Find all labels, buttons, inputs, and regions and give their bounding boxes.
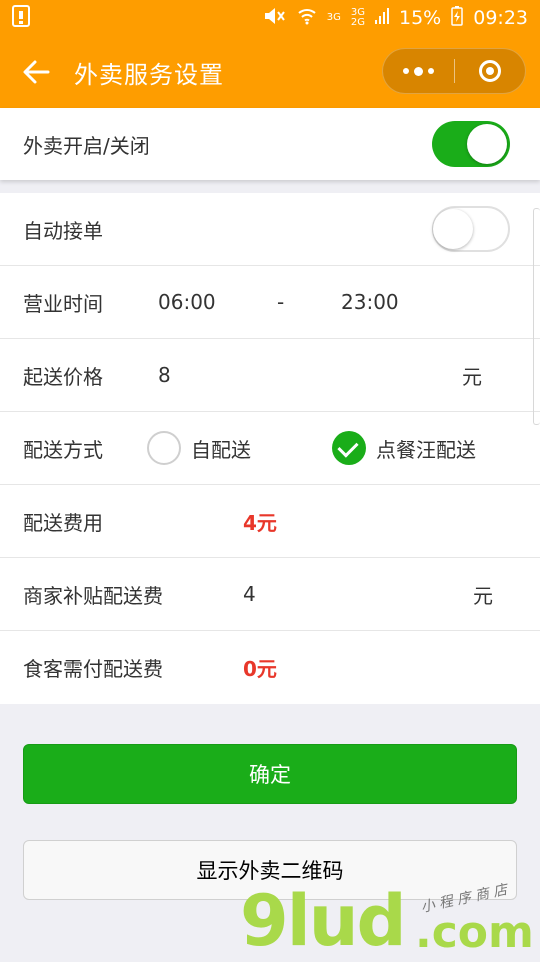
business-hours-row: 营业时间 06:00 - 23:00 bbox=[0, 266, 540, 339]
min-price-unit: 元 bbox=[462, 364, 482, 389]
delivery-method-row: 配送方式 自配送 点餐汪配送 bbox=[0, 412, 540, 485]
customer-fee-row: 食客需付配送费 0元 bbox=[0, 631, 540, 704]
close-time-picker[interactable]: 23:00 bbox=[341, 290, 399, 314]
network-2: 3G 2G bbox=[351, 8, 365, 28]
target-circle-icon bbox=[478, 60, 501, 82]
signal-icon bbox=[375, 7, 389, 29]
battery-icon bbox=[451, 5, 463, 31]
customer-fee-value: 0元 bbox=[243, 657, 277, 681]
back-arrow-icon[interactable] bbox=[22, 58, 50, 86]
scrollbar[interactable] bbox=[533, 208, 540, 425]
min-price-label: 起送价格 bbox=[23, 364, 103, 389]
self-delivery-radio[interactable] bbox=[147, 431, 181, 465]
self-delivery-option-label[interactable]: 自配送 bbox=[191, 434, 251, 463]
merchant-subsidy-unit: 元 bbox=[473, 583, 493, 608]
battery-percent: 15% bbox=[399, 7, 442, 29]
min-price-row: 起送价格 8 元 bbox=[0, 339, 540, 412]
notification-icon bbox=[12, 4, 30, 32]
status-right: 3G 3G 2G 15% 09:23 bbox=[263, 5, 528, 31]
network-1: 3G bbox=[326, 12, 341, 23]
mute-icon bbox=[263, 6, 287, 31]
status-left bbox=[12, 4, 30, 32]
min-price-input[interactable]: 8 bbox=[158, 363, 171, 387]
more-button[interactable] bbox=[383, 49, 454, 93]
delivery-method-label: 配送方式 bbox=[23, 437, 103, 462]
platform-delivery-radio[interactable] bbox=[332, 431, 366, 465]
delivery-toggle-label: 外卖开启/关闭 bbox=[23, 133, 150, 158]
confirm-button[interactable]: 确定 bbox=[23, 744, 517, 804]
merchant-subsidy-row: 商家补贴配送费 4 元 bbox=[0, 558, 540, 631]
watermark: 9lud .com 小 程 序 商 店 bbox=[240, 882, 540, 960]
open-time-picker[interactable]: 06:00 bbox=[158, 290, 216, 314]
customer-fee-label: 食客需付配送费 bbox=[23, 657, 163, 681]
header: 外卖服务设置 bbox=[0, 36, 540, 108]
close-miniprogram-button[interactable] bbox=[455, 49, 526, 93]
auto-accept-label: 自动接单 bbox=[23, 218, 103, 243]
miniprogram-capsule bbox=[382, 48, 526, 94]
switch-knob bbox=[433, 209, 473, 249]
delivery-toggle-card: 外卖开启/关闭 bbox=[0, 108, 540, 180]
delivery-toggle-row: 外卖开启/关闭 bbox=[0, 108, 540, 180]
network-2-bottom: 2G bbox=[350, 17, 365, 28]
settings-list: 自动接单 营业时间 06:00 - 23:00 起送价格 8 元 配送方式 自配… bbox=[0, 193, 540, 704]
auto-accept-switch[interactable] bbox=[432, 206, 510, 252]
watermark-brand: 9lud bbox=[240, 880, 407, 962]
delivery-toggle-switch[interactable] bbox=[432, 121, 510, 167]
page-title: 外卖服务设置 bbox=[74, 60, 224, 89]
time-separator: - bbox=[277, 290, 285, 314]
switch-knob bbox=[467, 124, 507, 164]
watermark-suffix: .com bbox=[415, 907, 534, 958]
more-dots-icon bbox=[402, 66, 434, 76]
merchant-subsidy-input[interactable]: 4 bbox=[243, 582, 256, 606]
wifi-icon bbox=[297, 7, 317, 30]
delivery-fee-value: 4元 bbox=[243, 510, 277, 535]
merchant-subsidy-label: 商家补贴配送费 bbox=[23, 583, 163, 608]
clock: 09:23 bbox=[473, 7, 528, 29]
delivery-fee-label: 配送费用 bbox=[23, 510, 103, 535]
status-bar: 3G 3G 2G 15% 09:23 bbox=[0, 0, 540, 36]
platform-delivery-option-label[interactable]: 点餐汪配送 bbox=[376, 434, 476, 463]
auto-accept-row: 自动接单 bbox=[0, 193, 540, 266]
delivery-fee-row: 配送费用 4元 bbox=[0, 485, 540, 558]
business-hours-label: 营业时间 bbox=[23, 291, 103, 316]
